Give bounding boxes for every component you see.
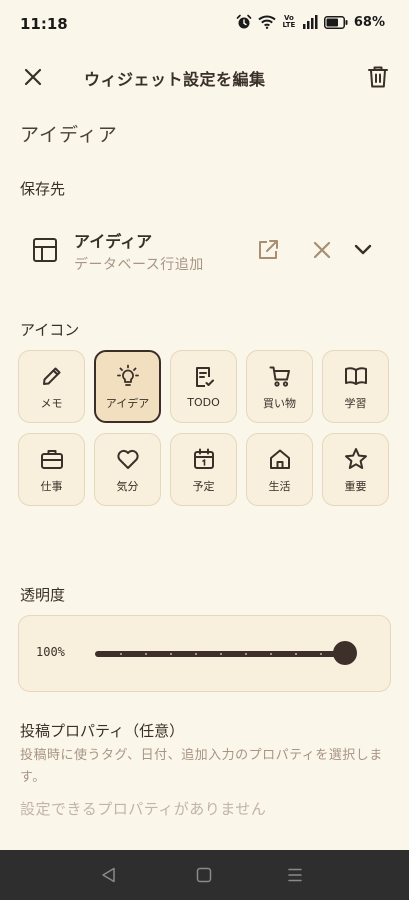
- clear-destination-button[interactable]: [310, 238, 334, 266]
- cart-icon: [269, 363, 291, 389]
- slider-tick: [220, 653, 222, 655]
- top-app-bar: ウィジェット設定を編集: [0, 54, 409, 100]
- slider-thumb[interactable]: [333, 641, 357, 665]
- destination-type: データベース行追加: [74, 257, 204, 273]
- destination-name: アイディア: [74, 232, 153, 251]
- heart-icon: [116, 446, 140, 472]
- slider-tick: [120, 653, 122, 655]
- open-external-button[interactable]: [256, 238, 280, 266]
- tile-label: 学習: [344, 396, 367, 410]
- slider-tick: [245, 653, 247, 655]
- icon-option-idea[interactable]: アイデア: [94, 350, 161, 423]
- slider-tick: [270, 653, 272, 655]
- slider-tick: [320, 653, 322, 655]
- icon-option-todo[interactable]: TODO: [170, 350, 237, 423]
- properties-label: 投稿プロパティ（任意）: [20, 722, 185, 740]
- home-icon: [268, 446, 292, 472]
- system-nav-bar: [0, 850, 409, 900]
- icon-section-label: アイコン: [20, 321, 80, 339]
- menu-lines-icon: [288, 868, 302, 882]
- icon-option-work[interactable]: 仕事: [18, 433, 85, 506]
- status-icons: Vo LTE 68%: [236, 14, 385, 30]
- expand-destination-button[interactable]: [352, 240, 374, 264]
- tile-label: 重要: [344, 479, 367, 493]
- slider-tick: [195, 653, 197, 655]
- home-button[interactable]: [195, 866, 213, 884]
- icon-option-schedule[interactable]: 予定: [170, 433, 237, 506]
- star-icon: [344, 446, 368, 472]
- icon-option-important[interactable]: 重要: [322, 433, 389, 506]
- icon-grid: メモ アイデア TODO 買い物 学習 仕事 気分 予定 生活 重要: [18, 350, 391, 506]
- close-icon: [313, 241, 331, 259]
- recents-button[interactable]: [286, 866, 304, 884]
- chevron-down-icon: [354, 244, 372, 255]
- tile-label: 仕事: [40, 479, 63, 493]
- battery-icon: [323, 15, 348, 29]
- close-icon: [24, 68, 42, 86]
- tile-label: メモ: [40, 396, 63, 410]
- status-bar: 11:18 Vo LTE 68%: [0, 0, 409, 48]
- volte-bottom: LTE: [282, 21, 296, 29]
- icon-option-memo[interactable]: メモ: [18, 350, 85, 423]
- back-triangle-icon: [102, 867, 115, 883]
- icon-option-life[interactable]: 生活: [246, 433, 313, 506]
- back-button[interactable]: [100, 866, 118, 884]
- status-time: 11:18: [20, 15, 68, 33]
- home-square-icon: [196, 867, 212, 883]
- delete-button[interactable]: [363, 62, 393, 92]
- opacity-value: 100%: [36, 645, 65, 659]
- widget-name-field[interactable]: アイディア: [20, 120, 118, 147]
- tile-label: 予定: [192, 479, 215, 493]
- volte-icon: Vo LTE: [282, 15, 296, 29]
- slider-tick: [145, 653, 147, 655]
- close-button[interactable]: [18, 62, 48, 92]
- icon-option-shopping[interactable]: 買い物: [246, 350, 313, 423]
- alarm-icon: [236, 14, 252, 30]
- trash-icon: [368, 66, 388, 88]
- properties-empty-message: 設定できるプロパティがありません: [20, 800, 267, 818]
- tile-label: アイデア: [105, 396, 150, 410]
- tile-label: 生活: [268, 479, 291, 493]
- opacity-slider[interactable]: [95, 641, 357, 667]
- lightbulb-icon: [116, 363, 140, 389]
- icon-option-study[interactable]: 学習: [322, 350, 389, 423]
- pencil-icon: [41, 363, 63, 389]
- tile-label: 買い物: [263, 396, 296, 410]
- destination-row[interactable]: アイディア データベース行追加: [0, 222, 409, 282]
- signal-icon: [302, 15, 318, 29]
- slider-tick: [295, 653, 297, 655]
- todo-icon: [193, 364, 215, 390]
- briefcase-icon: [40, 446, 64, 472]
- battery-percent: 68%: [353, 14, 385, 30]
- calendar-icon: [193, 446, 215, 472]
- opacity-label: 透明度: [20, 586, 66, 604]
- book-icon: [344, 363, 368, 389]
- tile-label: 気分: [116, 479, 139, 493]
- tile-label: TODO: [187, 396, 220, 409]
- opacity-card: 100%: [18, 615, 391, 692]
- slider-tick: [170, 653, 172, 655]
- wifi-icon: [258, 15, 276, 29]
- icon-option-mood[interactable]: 気分: [94, 433, 161, 506]
- destination-label: 保存先: [20, 180, 66, 198]
- open-external-icon: [259, 240, 278, 259]
- database-table-icon: [32, 237, 58, 267]
- properties-description: 投稿時に使うタグ、日付、追加入力のプロパティを選択します。: [20, 748, 383, 785]
- page-title: ウィジェット設定を編集: [84, 70, 266, 89]
